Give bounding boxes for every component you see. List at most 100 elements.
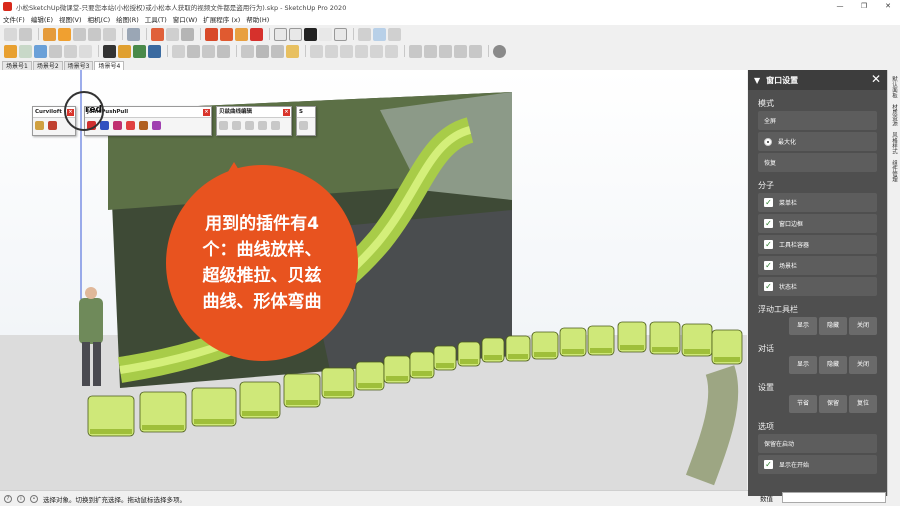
ruby-icon[interactable] xyxy=(205,27,218,41)
move-tool-icon[interactable] xyxy=(58,27,71,41)
textured-icon[interactable] xyxy=(454,44,467,58)
render-icon[interactable] xyxy=(286,44,299,58)
xray-icon[interactable] xyxy=(79,44,92,58)
print-icon[interactable] xyxy=(127,27,140,41)
checkbox-icon[interactable]: ✓ xyxy=(764,219,773,228)
settings-reset-button[interactable]: 复位 xyxy=(849,395,877,413)
scene-tab-1[interactable]: 场景号1 xyxy=(2,61,32,70)
bezier-curve-icon[interactable] xyxy=(219,121,228,130)
checkbox-icon[interactable]: ✓ xyxy=(764,261,773,270)
shape-bender-icon[interactable] xyxy=(299,121,308,130)
mode-option-maximize[interactable]: 最大化 xyxy=(758,132,877,151)
menu-camera[interactable]: 相机(C) xyxy=(88,14,111,24)
sandbox-icon[interactable] xyxy=(19,44,32,58)
settings-icon[interactable] xyxy=(388,27,401,41)
shaded-icon[interactable] xyxy=(439,44,452,58)
3d-warehouse-icon[interactable] xyxy=(250,27,263,41)
option-window-border[interactable]: ✓ 窗口边框 xyxy=(758,214,877,233)
normal-pushpull-icon[interactable] xyxy=(113,121,122,130)
dialog-show-button[interactable]: 显示 xyxy=(789,356,817,374)
sketchup-app-icon[interactable] xyxy=(3,2,12,11)
paint-bucket-icon[interactable] xyxy=(118,44,131,58)
section-icon[interactable] xyxy=(64,44,77,58)
right-view-icon[interactable] xyxy=(355,44,368,58)
checkbox-icon[interactable]: ✓ xyxy=(764,460,773,469)
folder-icon[interactable] xyxy=(235,27,248,41)
dimension-icon[interactable] xyxy=(202,44,215,58)
cubic-bezier-icon[interactable] xyxy=(258,121,267,130)
modeling-viewport[interactable]: Curviloft × JointPushPull × 贝兹曲线编辑 × S red xyxy=(0,70,747,490)
menu-window[interactable]: 窗口(W) xyxy=(173,14,198,24)
tray-tab-styles[interactable]: 风格样式 xyxy=(890,132,898,154)
tray-icon[interactable] xyxy=(373,27,386,41)
menu-draw[interactable]: 绘图(R) xyxy=(116,14,139,24)
left-view-icon[interactable] xyxy=(385,44,398,58)
checkbox-icon[interactable]: ✓ xyxy=(764,198,773,207)
solid-tools-icon[interactable] xyxy=(4,44,17,58)
front-view-icon[interactable] xyxy=(340,44,353,58)
hidden-line-icon[interactable] xyxy=(424,44,437,58)
float-close-button[interactable]: 关闭 xyxy=(849,317,877,335)
user-icon[interactable]: • xyxy=(30,494,38,503)
shadow-icon[interactable] xyxy=(34,44,47,58)
settings-keep-button[interactable]: 保留 xyxy=(819,395,847,413)
stop-icon[interactable] xyxy=(73,27,86,41)
mode-option-restore[interactable]: 恢复 xyxy=(758,153,877,172)
camera-tool-icon[interactable] xyxy=(103,27,116,41)
tray-tab-components[interactable]: 组件管理 xyxy=(890,160,898,182)
monochrome-icon[interactable] xyxy=(469,44,482,58)
iso-view-icon[interactable] xyxy=(310,44,323,58)
close-icon[interactable]: × xyxy=(203,109,210,116)
fog-icon[interactable] xyxy=(49,44,62,58)
menu-file[interactable]: 文件(F) xyxy=(3,14,25,24)
minimize-button[interactable]: — xyxy=(828,0,852,13)
dialog-close-button[interactable]: 关闭 xyxy=(849,356,877,374)
text-tool-icon[interactable] xyxy=(187,44,200,58)
sound-icon[interactable] xyxy=(172,44,185,58)
outliner-icon[interactable] xyxy=(148,44,161,58)
top-view-icon[interactable] xyxy=(325,44,338,58)
tray-tab-materials[interactable]: 材质资源 xyxy=(890,104,898,126)
open-file-icon[interactable] xyxy=(289,27,302,41)
polyline-icon[interactable] xyxy=(232,121,241,130)
shape-bender-toolbar[interactable]: S xyxy=(296,106,316,136)
wireframe-icon[interactable] xyxy=(409,44,422,58)
cut-icon[interactable] xyxy=(319,27,332,41)
scene-tab-2[interactable]: 场景号2 xyxy=(32,61,63,70)
arrow-down-icon[interactable]: ▼ xyxy=(754,76,760,85)
info-icon[interactable]: i xyxy=(17,494,25,503)
redo-pushpull-icon[interactable] xyxy=(139,121,148,130)
bezier-toolbar[interactable]: 贝兹曲线编辑 × xyxy=(216,106,292,136)
close-icon[interactable]: ✕ xyxy=(871,72,881,86)
extension-warehouse-icon[interactable] xyxy=(220,27,233,41)
new-file-icon[interactable] xyxy=(274,27,287,41)
fillet-icon[interactable] xyxy=(271,121,280,130)
components-icon[interactable] xyxy=(181,27,194,41)
gear-icon[interactable] xyxy=(151,27,164,41)
push-pull-icon[interactable] xyxy=(43,27,56,41)
spline-icon[interactable] xyxy=(245,121,254,130)
option-show-on-start[interactable]: ✓ 显示在开始 xyxy=(758,455,877,474)
undo-pushpull-icon[interactable] xyxy=(126,121,135,130)
layers-icon[interactable] xyxy=(166,27,179,41)
option-status-bar[interactable]: ✓ 状态栏 xyxy=(758,277,877,296)
close-window-button[interactable]: ✕ xyxy=(876,0,900,13)
menu-help[interactable]: 帮助(H) xyxy=(246,14,269,24)
copy-icon[interactable] xyxy=(334,27,347,41)
save-icon[interactable] xyxy=(304,27,317,41)
checkbox-icon[interactable]: ✓ xyxy=(764,282,773,291)
vector-pushpull-icon[interactable] xyxy=(100,121,109,130)
scene-tab-4[interactable]: 场景号4 xyxy=(94,61,125,70)
tray-tab-default[interactable]: 默认面板 xyxy=(890,76,898,98)
settings-save-button[interactable]: 节省 xyxy=(789,395,817,413)
close-icon[interactable]: × xyxy=(283,109,290,116)
scene-tab-3[interactable]: 场景号3 xyxy=(63,61,94,70)
dialog-hide-button[interactable]: 隐藏 xyxy=(819,356,847,374)
material-icon[interactable] xyxy=(133,44,146,58)
axes-icon[interactable] xyxy=(241,44,254,58)
style-icon[interactable] xyxy=(103,44,116,58)
option-keep-on-startup[interactable]: 保留在启动 xyxy=(758,434,877,453)
radio-selected-icon[interactable] xyxy=(764,137,772,146)
geo-location-icon[interactable] xyxy=(493,44,506,58)
menu-extensions[interactable]: 扩展程序 (x) xyxy=(203,14,240,24)
